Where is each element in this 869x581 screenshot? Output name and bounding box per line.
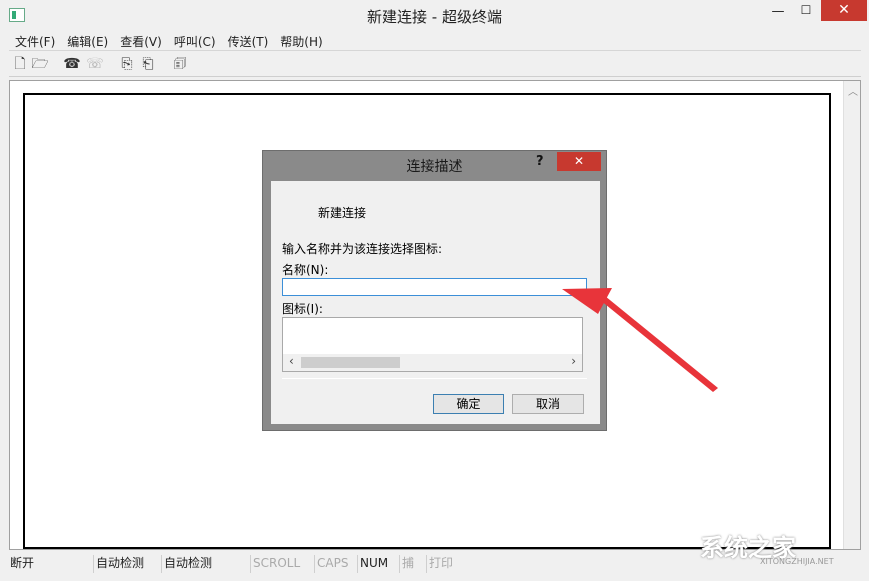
new-icon[interactable]: 🗋 <box>11 55 29 73</box>
menu-transfer[interactable]: 传送(T) <box>222 31 275 50</box>
horizontal-scrollbar[interactable]: ‹ › <box>283 354 582 371</box>
status-print: 打印 <box>426 555 466 573</box>
menu-call[interactable]: 呼叫(C) <box>168 31 222 50</box>
status-detect-2: 自动检测 <box>161 555 248 573</box>
connection-description-dialog: 连接描述 ? ✕ 新建连接 输入名称并为该连接选择图标: 名称(N): 图标(I… <box>262 150 607 431</box>
connection-name-text: 新建连接 <box>318 206 367 220</box>
name-input[interactable] <box>282 278 587 296</box>
menu-bar: 文件(F) 编辑(E) 查看(V) 呼叫(C) 传送(T) 帮助(H) <box>9 31 861 51</box>
dialog-body: 新建连接 输入名称并为该连接选择图标: 名称(N): 图标(I): ‹ › 确定… <box>271 181 600 424</box>
status-detect-1: 自动检测 <box>93 555 160 573</box>
title-bar: 新建连接 - 超级终端 — ☐ ✕ <box>0 0 869 31</box>
separator <box>282 378 587 379</box>
ok-button[interactable]: 确定 <box>433 394 504 414</box>
watermark-subtext: XITONGZHIJIA.NET <box>760 557 834 566</box>
menu-file[interactable]: 文件(F) <box>9 31 61 50</box>
send-icon[interactable]: ⎘ <box>118 55 136 73</box>
window-title: 新建连接 - 超级终端 <box>367 8 502 26</box>
menu-help[interactable]: 帮助(H) <box>274 31 328 50</box>
scroll-left-icon[interactable]: ‹ <box>289 354 294 368</box>
menu-view[interactable]: 查看(V) <box>114 31 168 50</box>
status-capture: 捕 <box>399 555 424 573</box>
cancel-button[interactable]: 取消 <box>512 394 584 414</box>
status-scroll: SCROLL <box>250 555 312 573</box>
open-icon[interactable]: 🗁 <box>31 55 49 73</box>
status-caps: CAPS <box>314 555 355 573</box>
vertical-scrollbar[interactable]: ︿ <box>843 81 860 549</box>
dialog-prompt: 输入名称并为该连接选择图标: <box>282 242 443 256</box>
toolbar: 🗋 🗁 ☎ ☏ ⎘ ⎗ 🗊 <box>9 53 861 77</box>
close-button[interactable]: ✕ <box>821 0 867 21</box>
status-connection: 断开 <box>10 556 35 570</box>
scroll-right-icon[interactable]: › <box>571 354 576 368</box>
scroll-thumb[interactable] <box>301 357 400 368</box>
dialog-close-button[interactable]: ✕ <box>557 152 601 171</box>
receive-icon[interactable]: ⎗ <box>139 55 157 73</box>
menu-edit[interactable]: 编辑(E) <box>61 31 114 50</box>
dialog-title: 连接描述 <box>406 159 463 175</box>
help-icon[interactable]: ? <box>536 154 544 169</box>
icon-label: 图标(I): <box>282 302 323 316</box>
scroll-up-icon[interactable]: ︿ <box>848 83 858 98</box>
status-num: NUM <box>357 555 397 573</box>
call-icon[interactable]: ☎ <box>63 55 81 73</box>
name-label: 名称(N): <box>282 263 329 277</box>
properties-icon[interactable]: 🗊 <box>171 55 189 73</box>
minimize-button[interactable]: — <box>765 4 791 26</box>
maximize-button[interactable]: ☐ <box>793 3 819 25</box>
icon-list[interactable]: ‹ › <box>282 317 583 372</box>
disconnect-icon[interactable]: ☏ <box>86 55 104 73</box>
